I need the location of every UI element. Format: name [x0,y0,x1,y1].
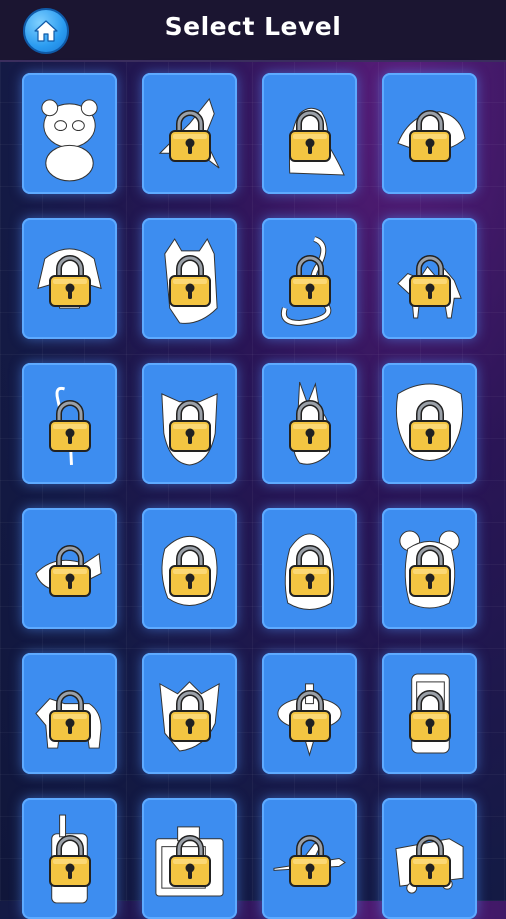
level-card-spinning-top[interactable] [262,653,357,774]
level-card-snake[interactable] [262,218,357,339]
lock-icon [169,400,211,452]
lock-icon [169,835,211,887]
level-card-hedgehog[interactable] [382,73,477,194]
level-card-penguin[interactable] [262,508,357,629]
level-card-owl[interactable] [142,363,237,484]
level-card-camel[interactable] [382,218,477,339]
level-card-cat[interactable] [142,218,237,339]
lock-icon [169,255,211,307]
lock-icon [169,545,211,597]
level-card-koala[interactable] [382,508,477,629]
lock-icon [409,255,451,307]
level-card-bird[interactable] [142,73,237,194]
lock-icon [169,690,211,742]
level-card-flamingo[interactable] [22,363,117,484]
level-card-turtle[interactable] [142,508,237,629]
level-card-polar-bear[interactable] [22,653,117,774]
level-card-rabbit[interactable] [262,363,357,484]
lock-icon [289,835,331,887]
level-card-smartphone[interactable] [382,653,477,774]
level-card-whale[interactable] [22,508,117,629]
level-card-fox[interactable] [142,653,237,774]
lock-icon [49,835,91,887]
lock-icon [289,400,331,452]
lock-icon [409,545,451,597]
lock-icon [289,255,331,307]
lock-icon [409,835,451,887]
level-grid [22,73,482,919]
lock-icon [409,110,451,162]
lock-icon [289,690,331,742]
lock-icon [49,255,91,307]
level-card-seal[interactable] [262,73,357,194]
level-card-panda[interactable] [22,73,117,194]
lock-icon [169,110,211,162]
lock-icon [409,400,451,452]
panda-artwork [41,99,98,182]
level-card-dog[interactable] [22,218,117,339]
lock-icon [49,545,91,597]
lock-icon [49,690,91,742]
lock-icon [289,110,331,162]
lock-icon [49,400,91,452]
lock-icon [289,545,331,597]
level-card-tiger[interactable] [382,363,477,484]
page-title: Select Level [164,12,342,41]
top-bar: Select Level [0,0,506,62]
lock-icon [409,690,451,742]
